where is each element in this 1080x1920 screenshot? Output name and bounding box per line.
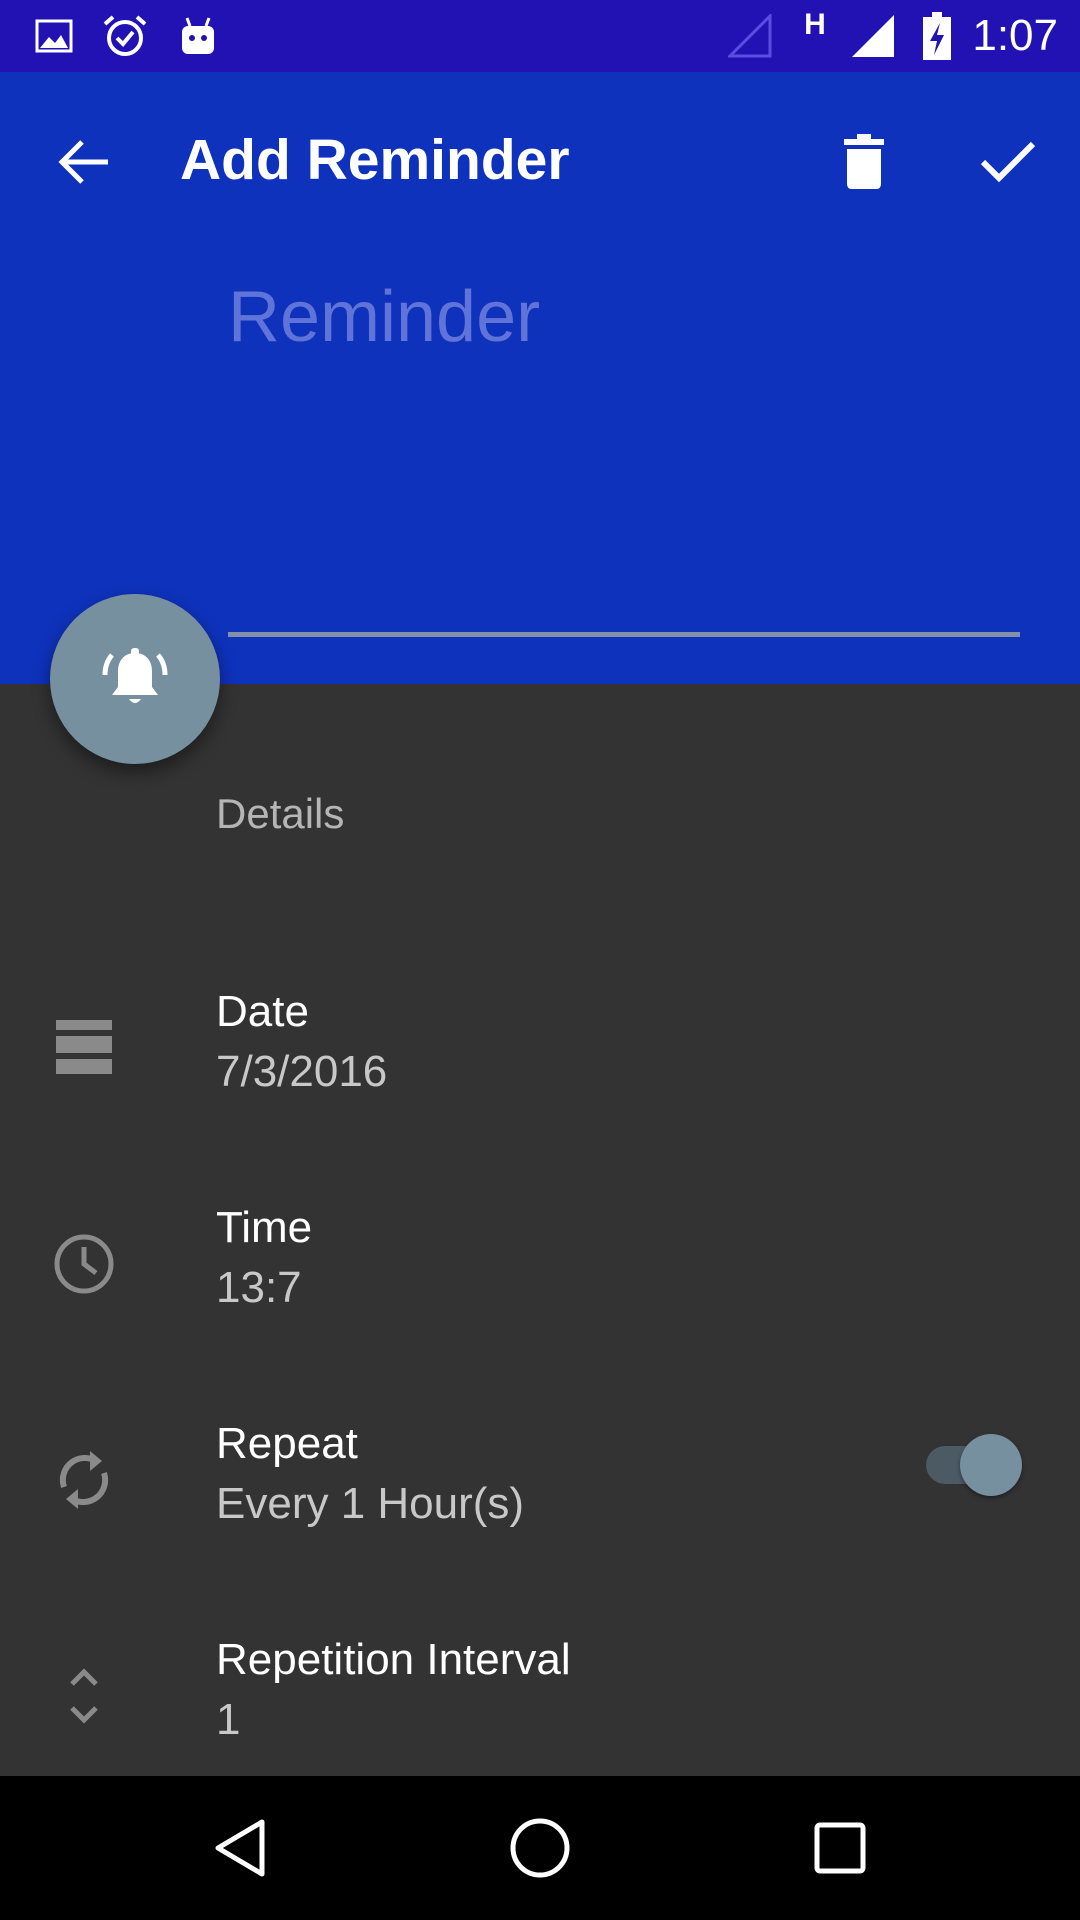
bell-ringing-icon [102,648,168,703]
nav-recents-button[interactable] [790,1802,890,1894]
date-label: Date [216,987,309,1036]
check-icon [980,141,1036,183]
nav-recents-icon [814,1822,866,1874]
status-bar: H 1:07 [0,0,1080,72]
nav-home-button[interactable] [490,1802,590,1894]
nav-back-button[interactable] [190,1802,290,1894]
calendar-icon [44,1008,124,1088]
signal-empty-icon [728,0,772,72]
status-time: 1:07 [972,11,1058,60]
app-bar: Add Reminder [0,72,1080,684]
date-row[interactable]: Date 7/3/2016 [0,970,1080,1170]
repeat-icon [44,1440,124,1520]
interval-label: Repetition Interval [216,1635,571,1684]
date-value: 7/3/2016 [216,1047,388,1096]
android-icon [178,0,218,72]
time-value: 13:7 [216,1263,302,1312]
time-label: Time [216,1203,313,1252]
reminder-input-underline [228,632,1020,637]
save-button[interactable] [964,118,1052,206]
nav-home-icon [510,1818,570,1878]
signal-icon [848,0,898,72]
page-title: Add Reminder [180,128,570,192]
delete-icon [844,134,884,189]
system-nav-bar [0,1776,1080,1920]
unfold-icon [44,1656,124,1736]
notification-fab[interactable] [50,594,220,764]
toggle-thumb [960,1434,1022,1496]
arrow-back-icon [58,140,108,184]
clock-icon [44,1224,124,1304]
network-type-label: H [804,8,826,41]
nav-back-icon [215,1819,265,1877]
battery-charging-icon [920,0,954,72]
repeat-value: Every 1 Hour(s) [216,1479,525,1528]
image-icon [32,0,76,72]
back-button[interactable] [40,118,128,206]
details-header: Details [216,790,345,837]
repeat-label: Repeat [216,1419,358,1468]
alarm-icon [100,0,150,72]
repeat-row[interactable]: Repeat Every 1 Hour(s) [0,1402,1080,1602]
time-row[interactable]: Time 13:7 [0,1186,1080,1386]
delete-button[interactable] [820,118,908,206]
interval-value: 1 [216,1695,241,1744]
reminder-input[interactable] [228,272,1018,362]
repeat-toggle[interactable] [924,1432,1024,1496]
